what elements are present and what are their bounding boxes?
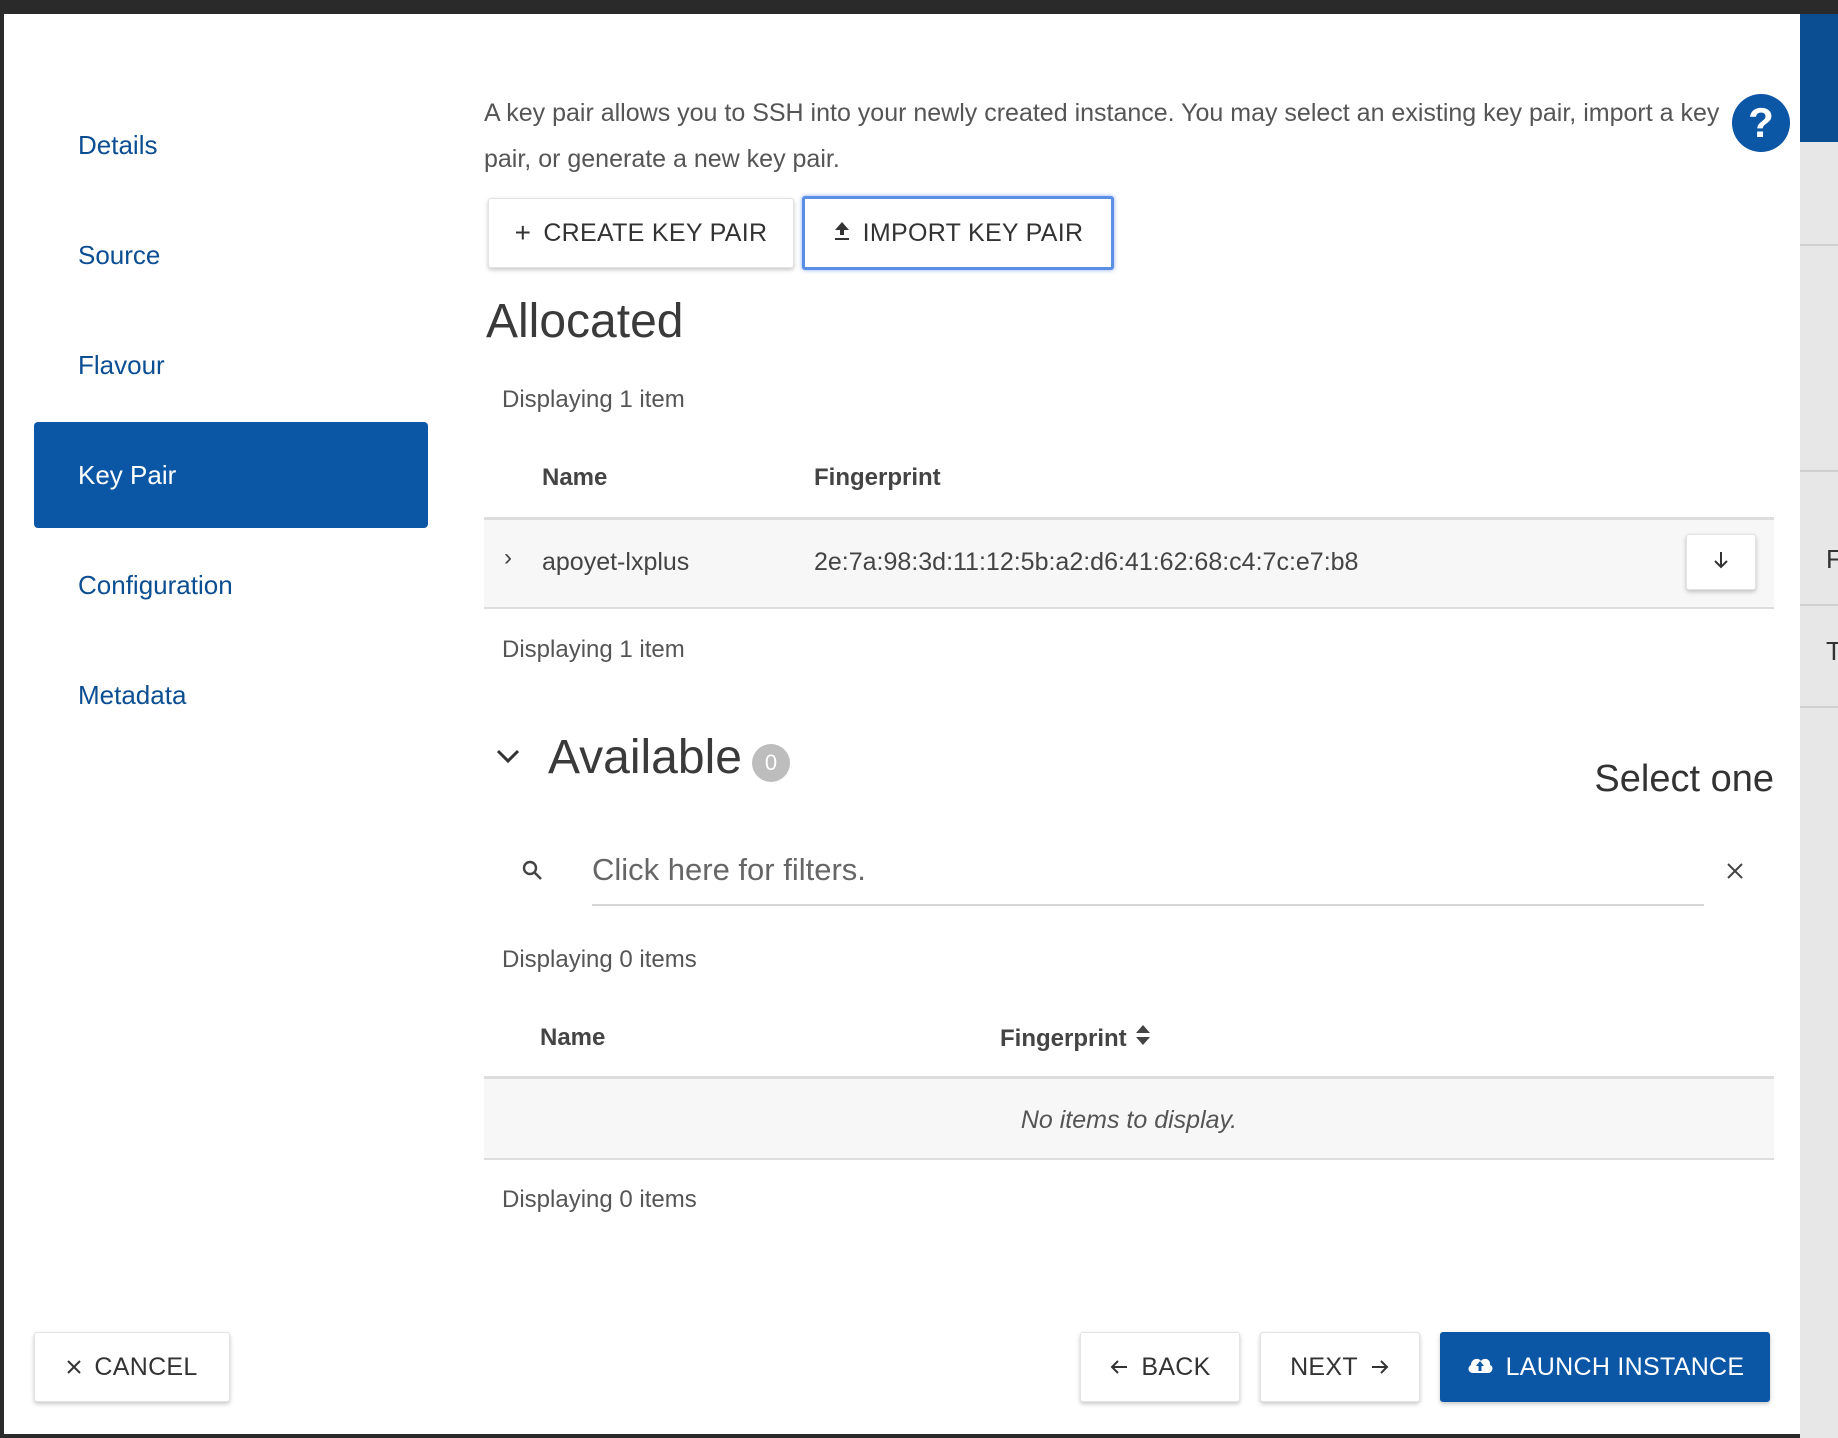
available-count-badge: 0 bbox=[752, 744, 790, 782]
allocated-fingerprint-header: Fingerprint bbox=[814, 464, 941, 491]
nav-item-flavour[interactable]: Flavour bbox=[34, 312, 428, 418]
available-fingerprint-label: Fingerprint bbox=[1000, 1024, 1127, 1052]
cloud-upload-icon bbox=[1466, 1353, 1494, 1382]
available-count-bottom: Displaying 0 items bbox=[502, 1186, 697, 1213]
background-divider bbox=[1800, 706, 1838, 708]
available-name-header: Name bbox=[540, 1024, 606, 1051]
allocated-name-header: Name bbox=[542, 464, 608, 491]
available-count-top: Displaying 0 items bbox=[502, 946, 697, 973]
nav-item-metadata[interactable]: Metadata bbox=[34, 642, 428, 748]
close-icon bbox=[66, 1353, 82, 1382]
key-pair-fingerprint: 2e:7a:98:3d:11:12:5b:a2:d6:41:62:68:c4:7… bbox=[814, 548, 1359, 576]
next-label: NEXT bbox=[1290, 1352, 1358, 1381]
plus-icon: + bbox=[514, 217, 532, 248]
arrow-right-icon bbox=[1370, 1353, 1390, 1382]
sort-icon[interactable] bbox=[1135, 1024, 1151, 1053]
cancel-label: CANCEL bbox=[94, 1352, 198, 1381]
background-page: F T bbox=[1800, 14, 1838, 1438]
launch-instance-label: LAUNCH INSTANCE bbox=[1505, 1352, 1745, 1381]
arrow-down-icon bbox=[1713, 548, 1729, 577]
launch-instance-dialog: Details Source Flavour Key Pair Configur… bbox=[4, 14, 1800, 1434]
import-key-pair-button[interactable]: IMPORT KEY PAIR bbox=[802, 196, 1114, 270]
chevron-down-icon[interactable] bbox=[494, 746, 522, 771]
help-text: A key pair allows you to SSH into your n… bbox=[484, 99, 1720, 173]
empty-message: No items to display. bbox=[1020, 1106, 1238, 1134]
background-header bbox=[1800, 14, 1838, 142]
help-icon[interactable]: ? bbox=[1732, 94, 1790, 152]
chevron-right-icon[interactable]: › bbox=[504, 544, 512, 572]
arrow-left-icon bbox=[1109, 1353, 1129, 1382]
nav-item-source[interactable]: Source bbox=[34, 202, 428, 308]
nav-item-key-pair[interactable]: Key Pair bbox=[34, 422, 428, 528]
launch-instance-button[interactable]: LAUNCH INSTANCE bbox=[1440, 1332, 1770, 1402]
search-icon bbox=[522, 860, 544, 887]
allocated-title: Allocated bbox=[486, 295, 684, 348]
upload-icon bbox=[833, 219, 851, 248]
allocated-count-bottom: Displaying 1 item bbox=[502, 636, 685, 663]
cancel-button[interactable]: CANCEL bbox=[34, 1332, 230, 1402]
allocated-count-top: Displaying 1 item bbox=[502, 386, 685, 413]
available-title: Available bbox=[548, 731, 742, 784]
select-one-hint: Select one bbox=[1594, 758, 1774, 800]
empty-row: No items to display. bbox=[484, 1076, 1774, 1160]
nav-item-configuration[interactable]: Configuration bbox=[34, 532, 428, 638]
background-divider bbox=[1800, 604, 1838, 606]
available-fingerprint-header[interactable]: Fingerprint bbox=[1000, 1024, 1151, 1053]
background-text: T bbox=[1826, 636, 1838, 666]
background-divider bbox=[1800, 470, 1838, 472]
deallocate-button[interactable] bbox=[1686, 534, 1756, 590]
create-key-pair-label: CREATE KEY PAIR bbox=[543, 218, 768, 247]
background-text: F bbox=[1826, 544, 1838, 574]
clear-filter-icon[interactable] bbox=[1726, 862, 1744, 885]
import-key-pair-label: IMPORT KEY PAIR bbox=[862, 218, 1084, 247]
create-key-pair-button[interactable]: + CREATE KEY PAIR bbox=[488, 198, 794, 268]
back-button[interactable]: BACK bbox=[1080, 1332, 1240, 1402]
nav-item-details[interactable]: Details bbox=[34, 92, 428, 198]
background-divider bbox=[1800, 244, 1838, 246]
next-button[interactable]: NEXT bbox=[1260, 1332, 1420, 1402]
key-pair-name: apoyet-lxplus bbox=[542, 548, 690, 576]
wizard-nav: Details Source Flavour Key Pair Configur… bbox=[34, 92, 428, 752]
back-label: BACK bbox=[1141, 1352, 1211, 1381]
filter-input[interactable] bbox=[592, 836, 1704, 906]
table-row[interactable]: › apoyet-lxplus 2e:7a:98:3d:11:12:5b:a2:… bbox=[484, 517, 1774, 609]
